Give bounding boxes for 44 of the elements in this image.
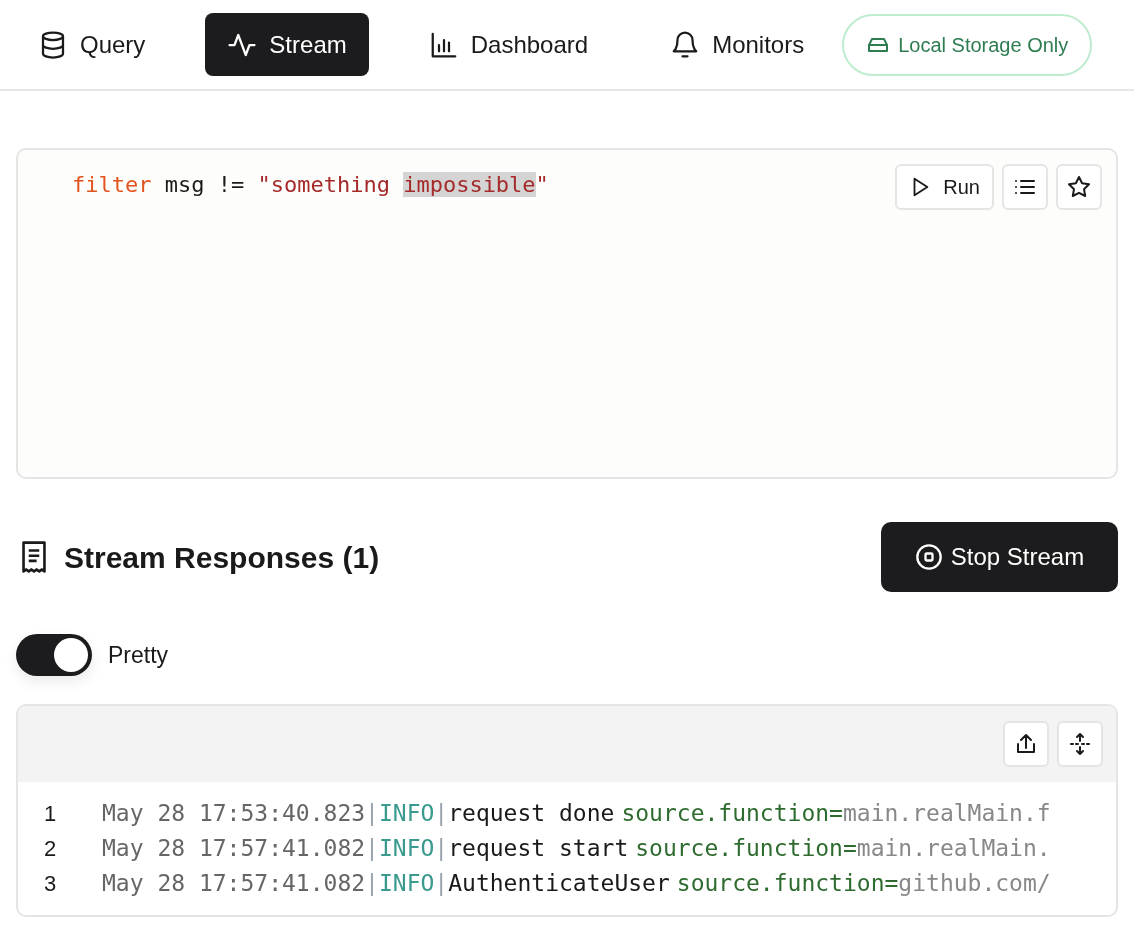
log-separator: | bbox=[365, 869, 379, 898]
log-timestamp: May 28 17:57:41.082 bbox=[102, 869, 366, 898]
line-number: 3 bbox=[43, 870, 58, 898]
log-field-value: main.realMain. bbox=[856, 834, 1051, 863]
nav-tab[interactable]: Stream bbox=[205, 13, 369, 76]
query-code: filter msg != "something impossible" bbox=[72, 172, 549, 197]
log-field-key: source.function= bbox=[621, 796, 843, 831]
log-timestamp: May 28 17:53:40.823 bbox=[102, 799, 366, 828]
line-number: 2 bbox=[43, 835, 58, 863]
query-editor[interactable]: filter msg != "something impossible" Run bbox=[16, 148, 1118, 479]
log-separator: | bbox=[434, 799, 449, 828]
log-separator: | bbox=[365, 834, 379, 863]
favorite-button[interactable] bbox=[1056, 164, 1102, 210]
expand-icon bbox=[1068, 732, 1092, 756]
log-level: INFO bbox=[378, 834, 435, 863]
star-icon bbox=[1067, 175, 1091, 199]
pretty-toggle[interactable] bbox=[16, 634, 92, 676]
log-timestamp: May 28 17:57:41.082 bbox=[102, 834, 366, 863]
share-icon bbox=[1014, 732, 1038, 756]
stop-circle-icon bbox=[914, 543, 943, 571]
nav-tab[interactable]: Dashboard bbox=[406, 13, 611, 76]
log-separator: | bbox=[365, 799, 379, 828]
expand-button[interactable] bbox=[1057, 721, 1103, 767]
list-button[interactable] bbox=[1002, 164, 1048, 210]
run-button[interactable]: Run bbox=[895, 164, 994, 210]
log-field-key: source.function= bbox=[635, 831, 857, 866]
pretty-label: Pretty bbox=[108, 640, 169, 670]
log-level: INFO bbox=[378, 799, 435, 828]
log-level: INFO bbox=[378, 869, 435, 898]
log-field-key: source.function= bbox=[676, 866, 899, 901]
storage-badge: Local Storage Only bbox=[842, 13, 1093, 76]
log-field-value: main.realMain.f bbox=[842, 799, 1051, 828]
log-separator: | bbox=[434, 869, 449, 898]
nav-tab[interactable]: Query bbox=[16, 13, 168, 76]
log-field-value: github.com/ bbox=[898, 869, 1051, 898]
section-title: Stream Responses (1) bbox=[64, 539, 380, 576]
log-separator: | bbox=[434, 834, 449, 863]
stop-stream-button[interactable]: Stop Stream bbox=[881, 522, 1118, 592]
log-message: request done bbox=[448, 799, 615, 828]
nav-tab[interactable]: Monitors bbox=[648, 13, 827, 76]
line-number: 1 bbox=[43, 800, 58, 828]
share-button[interactable] bbox=[1003, 721, 1049, 767]
log-message: AuthenticateUser bbox=[448, 869, 670, 898]
log-message: request start bbox=[448, 834, 629, 863]
